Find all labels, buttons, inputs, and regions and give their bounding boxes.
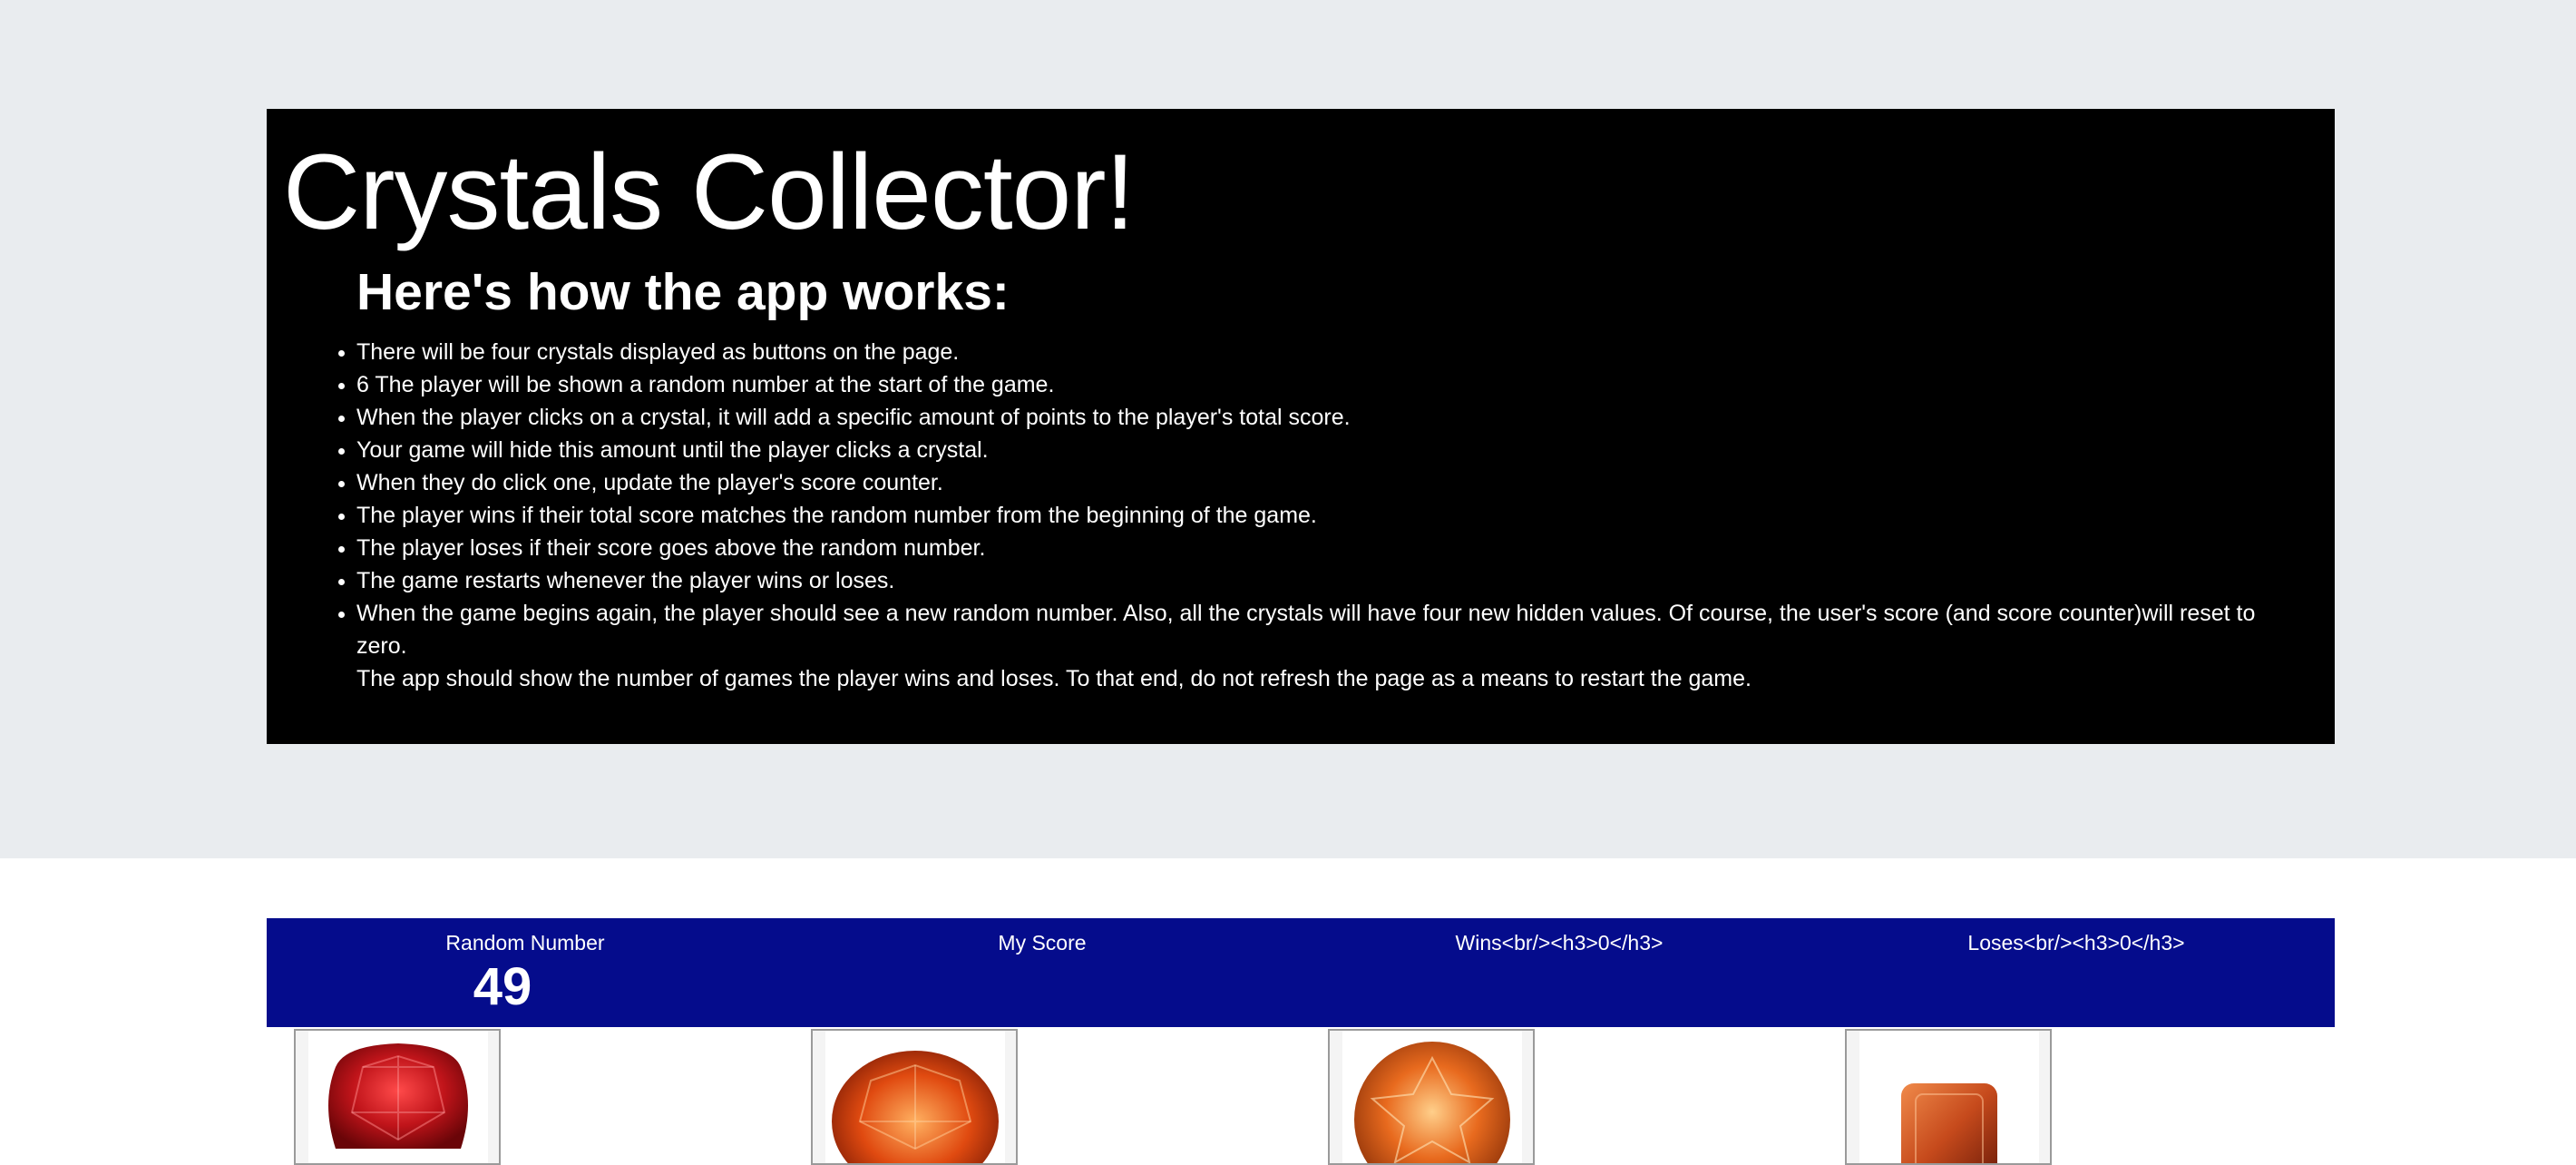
rule-item: 6 The player will be shown a random numb… xyxy=(356,368,2307,401)
crystal-button-orange[interactable] xyxy=(811,1029,1018,1165)
loses-panel: Loses<br/><h3>0</h3> xyxy=(1818,918,2335,1027)
rules-list: There will be four crystals displayed as… xyxy=(356,336,2307,695)
rules-note: The app should show the number of games … xyxy=(356,666,1751,691)
rule-item: The player loses if their score goes abo… xyxy=(356,532,2307,564)
rule-item: The game restarts whenever the player wi… xyxy=(356,564,2307,597)
crystal-button-amber[interactable] xyxy=(1328,1029,1535,1165)
wins-panel: Wins<br/><h3>0</h3> xyxy=(1301,918,1818,1027)
random-number-label: Random Number xyxy=(445,931,605,955)
crystal-button-garnet[interactable] xyxy=(1845,1029,2052,1165)
instructions-panel: Crystals Collector! Here's how the app w… xyxy=(267,109,2335,744)
rule-item: When the game begins again, the player s… xyxy=(356,597,2307,662)
amber-crystal-icon xyxy=(1342,1031,1522,1163)
page-title: Crystals Collector! xyxy=(283,132,1135,252)
rule-item: There will be four crystals displayed as… xyxy=(356,336,2307,368)
random-number-panel: Random Number 49 xyxy=(267,918,784,1027)
rule-item: When the player clicks on a crystal, it … xyxy=(356,401,2307,434)
garnet-crystal-icon xyxy=(1859,1031,2039,1163)
rule-item: Your game will hide this amount until th… xyxy=(356,434,2307,466)
orange-crystal-icon xyxy=(825,1031,1005,1163)
crystal-button-red[interactable] xyxy=(294,1029,501,1165)
random-number-value: 49 xyxy=(473,957,532,1016)
jumbotron: Crystals Collector! Here's how the app w… xyxy=(0,0,2576,858)
rule-item: The player wins if their total score mat… xyxy=(356,499,2307,532)
instructions-heading: Here's how the app works: xyxy=(356,263,1010,321)
my-score-label: My Score xyxy=(998,931,1087,955)
wins-label: Wins<br/><h3>0</h3> xyxy=(1455,931,1664,955)
scoreboard: Random Number 49 My Score Wins<br/><h3>0… xyxy=(267,918,2335,1027)
red-crystal-icon xyxy=(308,1031,488,1163)
my-score-panel: My Score xyxy=(784,918,1301,1027)
loses-label: Loses<br/><h3>0</h3> xyxy=(1967,931,2185,955)
crystal-row xyxy=(267,1027,2335,1165)
rule-item: When they do click one, update the playe… xyxy=(356,466,2307,499)
